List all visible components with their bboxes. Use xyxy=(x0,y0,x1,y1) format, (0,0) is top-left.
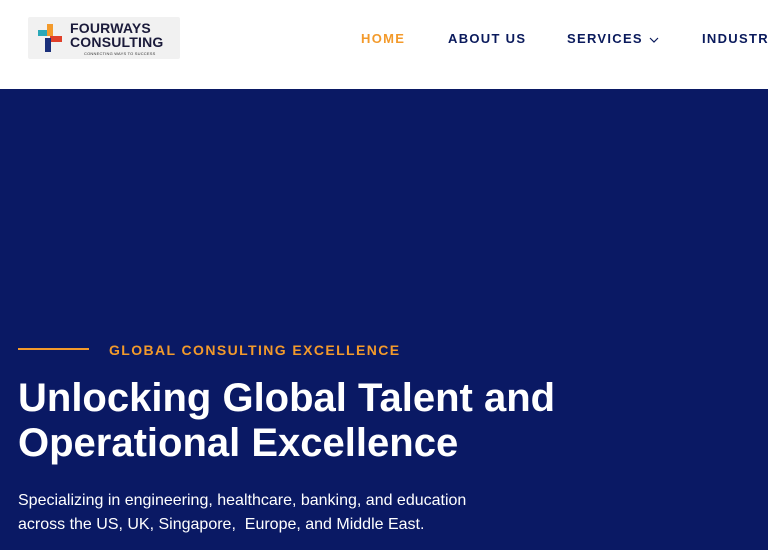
hero-section: GLOBAL CONSULTING EXCELLENCE Unlocking G… xyxy=(0,89,768,550)
nav-item-home[interactable]: HOME xyxy=(361,31,405,46)
cross-logo-icon xyxy=(38,24,62,52)
logo-tagline: CONNECTING WAYS TO SUCCESS xyxy=(84,51,156,56)
nav-item-services[interactable]: SERVICES xyxy=(567,31,659,46)
hero-eyebrow: GLOBAL CONSULTING EXCELLENCE xyxy=(109,342,401,358)
nav-item-about-us[interactable]: ABOUT US xyxy=(448,31,526,46)
logo-wordmark-line2: CONSULTING xyxy=(70,34,164,50)
eyebrow-divider xyxy=(18,348,89,350)
hero-headline-line2: Operational Excellence xyxy=(18,421,459,465)
site-logo[interactable]: FOURWAYS CONSULTING CONNECTING WAYS TO S… xyxy=(28,17,180,59)
hero-subtext: Specializing in engineering, healthcare,… xyxy=(18,489,718,537)
hero-subtext-line1: Specializing in engineering, healthcare,… xyxy=(18,492,467,509)
nav-item-industry[interactable]: INDUSTRY xyxy=(702,31,768,46)
hero-headline-line1: Unlocking Global Talent and xyxy=(18,376,556,420)
site-header: FOURWAYS CONSULTING CONNECTING WAYS TO S… xyxy=(0,0,768,89)
nav-item-services-label: SERVICES xyxy=(567,31,643,46)
chevron-down-icon xyxy=(649,37,659,43)
hero-headline: Unlocking Global Talent and Operational … xyxy=(18,376,718,466)
hero-subtext-line2: across the US, UK, Singapore, Europe, an… xyxy=(18,516,425,533)
